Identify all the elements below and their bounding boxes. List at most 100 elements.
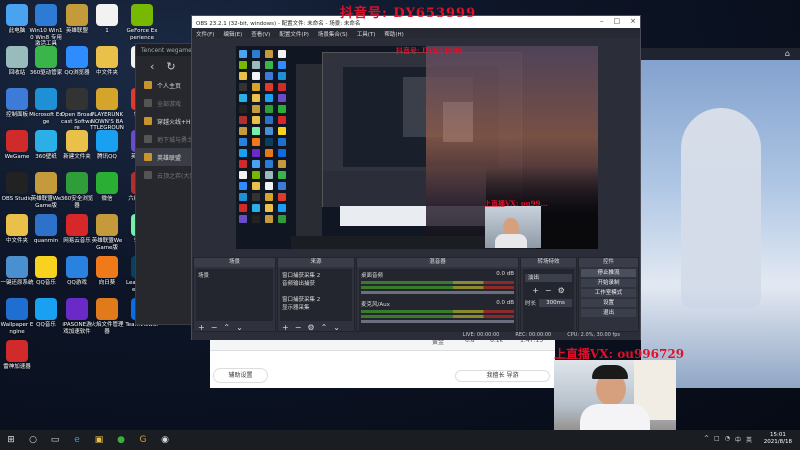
desktop-icon[interactable]: 微信 — [90, 172, 124, 203]
desktop-icon[interactable]: 火焰文件管理器 — [90, 298, 124, 335]
maximize-icon[interactable]: □ — [614, 18, 621, 25]
minimize-icon[interactable]: – — [600, 18, 604, 25]
menu-item[interactable]: 编辑(E) — [223, 30, 242, 38]
task-view-icon[interactable]: ▭ — [46, 433, 64, 447]
desktop-icon[interactable]: quanmin — [29, 214, 63, 245]
source-item[interactable]: 显示器采集 — [282, 303, 350, 311]
source-item[interactable]: 窗口捕获采集 2 — [282, 295, 350, 303]
gift-icon[interactable]: ⌂ — [785, 49, 790, 58]
preview-wegame — [296, 64, 322, 249]
desktop-icon[interactable]: Open Broadcast Software — [60, 88, 94, 132]
refresh-icon[interactable]: ↻ — [166, 60, 175, 73]
desktop-icon[interactable]: 英雄联盟WeGame版 — [29, 172, 63, 209]
preview-icon — [265, 72, 273, 80]
obs-taskbar-icon[interactable]: G — [134, 433, 152, 447]
panel-topbar: ⌂ — [641, 48, 800, 60]
preview-icon — [265, 138, 273, 146]
sources-list[interactable]: 窗口捕获采集 2 音频输出捕获 窗口捕获采集 2 显示器采集 — [280, 269, 352, 321]
character-figure — [681, 108, 761, 308]
menu-item[interactable]: 查看(V) — [251, 30, 270, 38]
preview-icon — [239, 72, 247, 80]
tray-icon[interactable]: □ — [714, 435, 720, 444]
desktop-icon[interactable]: 向日葵 — [90, 256, 124, 287]
volume-slider[interactable] — [361, 320, 514, 323]
source-item[interactable]: 窗口捕获采集 2 — [282, 271, 350, 279]
desktop-icon-label: 1 — [105, 28, 109, 34]
obs-preview[interactable]: 抖音号: DY653999 — [236, 46, 598, 249]
menu-item[interactable]: 文件(F) — [196, 30, 214, 38]
obs-icon[interactable]: ◉ — [156, 433, 174, 447]
wegame-icon[interactable]: ● — [112, 433, 130, 447]
tray-icon[interactable]: ◔ — [725, 435, 730, 444]
volume-meter — [361, 310, 514, 313]
app-icon — [6, 4, 28, 26]
streamer-hair — [592, 365, 628, 379]
add-icon[interactable]: + — [532, 286, 539, 295]
desktop-icon[interactable]: Win10 Win10 Win8 专用激活工具 — [29, 4, 63, 48]
menu-item[interactable]: 工具(T) — [357, 30, 376, 38]
edge-icon[interactable]: e — [68, 433, 86, 447]
desktop-icon[interactable]: GeForce Experience — [125, 4, 159, 41]
desktop-icon[interactable]: iPASONE游戏加速软件 — [60, 298, 94, 335]
control-button[interactable]: 设置 — [581, 299, 636, 307]
transition-select[interactable]: 淡出 — [525, 274, 572, 282]
tray-icon[interactable]: 英 — [746, 435, 752, 444]
desktop-icon[interactable]: QQ游戏 — [60, 256, 94, 287]
app-icon — [66, 214, 88, 236]
windows-logo-icon[interactable]: ⊞ — [2, 433, 20, 447]
desktop-icon[interactable]: 雷神加速器 — [0, 340, 34, 371]
desktop-icon-label: Win10 Win10 Win8 专用激活工具 — [29, 28, 63, 47]
preview-icon — [278, 50, 286, 58]
app-icon — [35, 46, 57, 68]
desktop-icon[interactable]: 新建文件夹 — [60, 130, 94, 161]
close-icon[interactable]: × — [630, 18, 636, 25]
gear-icon[interactable]: ⚙ — [558, 286, 565, 295]
preview-icon — [252, 83, 260, 91]
app-icon — [66, 4, 88, 26]
back-icon[interactable]: ‹ — [150, 60, 154, 73]
preview-icon — [265, 171, 273, 179]
desktop-icon[interactable]: 英雄联盟 — [60, 4, 94, 35]
tray-icon[interactable]: 中 — [735, 435, 741, 444]
assist-settings-button[interactable]: 辅助设置 — [213, 368, 268, 383]
wegame-item-label: 地下城与勇士 — [157, 136, 194, 144]
menu-item[interactable]: 帮助(H) — [384, 30, 403, 38]
desktop-icon-label: 网易云音乐 — [63, 238, 91, 244]
store-icon[interactable]: ▣ — [90, 433, 108, 447]
control-button[interactable]: 停止推流 — [581, 269, 636, 277]
desktop-icon[interactable]: 360壁纸 — [29, 130, 63, 161]
desktop-icon[interactable]: 360驱动管家 — [29, 46, 63, 77]
track-db: 0.0 dB — [496, 300, 514, 306]
desktop-icon[interactable]: QQ浏览器 — [60, 46, 94, 77]
remove-icon[interactable]: − — [545, 286, 552, 295]
clock[interactable]: 15:01 2021/8/18 — [764, 432, 792, 446]
desktop-icon[interactable]: 腾讯QQ — [90, 130, 124, 161]
desktop-icon[interactable]: Microsoft Edge — [29, 88, 63, 125]
menu-item[interactable]: 场景集合(S) — [318, 30, 348, 38]
app-icon — [6, 172, 28, 194]
wegame-item-label: 个人主页 — [157, 82, 182, 90]
desktop-icon[interactable]: 网易云音乐 — [60, 214, 94, 245]
preview-icon — [239, 204, 247, 212]
desktop-icon[interactable]: 360安全浏览器 — [60, 172, 94, 209]
scenes-list[interactable]: 场景 — [196, 269, 273, 321]
desktop-icon[interactable]: 中文件夹 — [90, 46, 124, 77]
search-icon[interactable]: ○ — [24, 433, 42, 447]
desktop-icon[interactable]: 1 — [90, 4, 124, 35]
volume-slider[interactable] — [361, 291, 514, 294]
skill-tag[interactable]: 我擅长 导游 — [455, 370, 550, 382]
control-button[interactable]: 退出 — [581, 309, 636, 317]
source-item[interactable]: 音频输出捕获 — [282, 279, 350, 287]
control-button[interactable]: 工作室模式 — [581, 289, 636, 297]
source-item[interactable] — [282, 287, 350, 295]
desktop-icon[interactable]: QQ音乐 — [29, 298, 63, 329]
tray-icon[interactable]: ^ — [704, 435, 709, 444]
desktop-icon-label: 360壁纸 — [35, 154, 57, 160]
duration-input[interactable]: 300ms — [539, 299, 572, 307]
desktop-icon[interactable]: QQ音乐 — [29, 256, 63, 287]
control-button[interactable]: 开始录制 — [581, 279, 636, 287]
scene-item[interactable]: 场景 — [198, 271, 271, 279]
desktop-icon[interactable]: 英雄联盟WeGame版 — [90, 214, 124, 251]
menu-item[interactable]: 配置文件(P) — [279, 30, 309, 38]
preview-icon — [239, 94, 247, 102]
